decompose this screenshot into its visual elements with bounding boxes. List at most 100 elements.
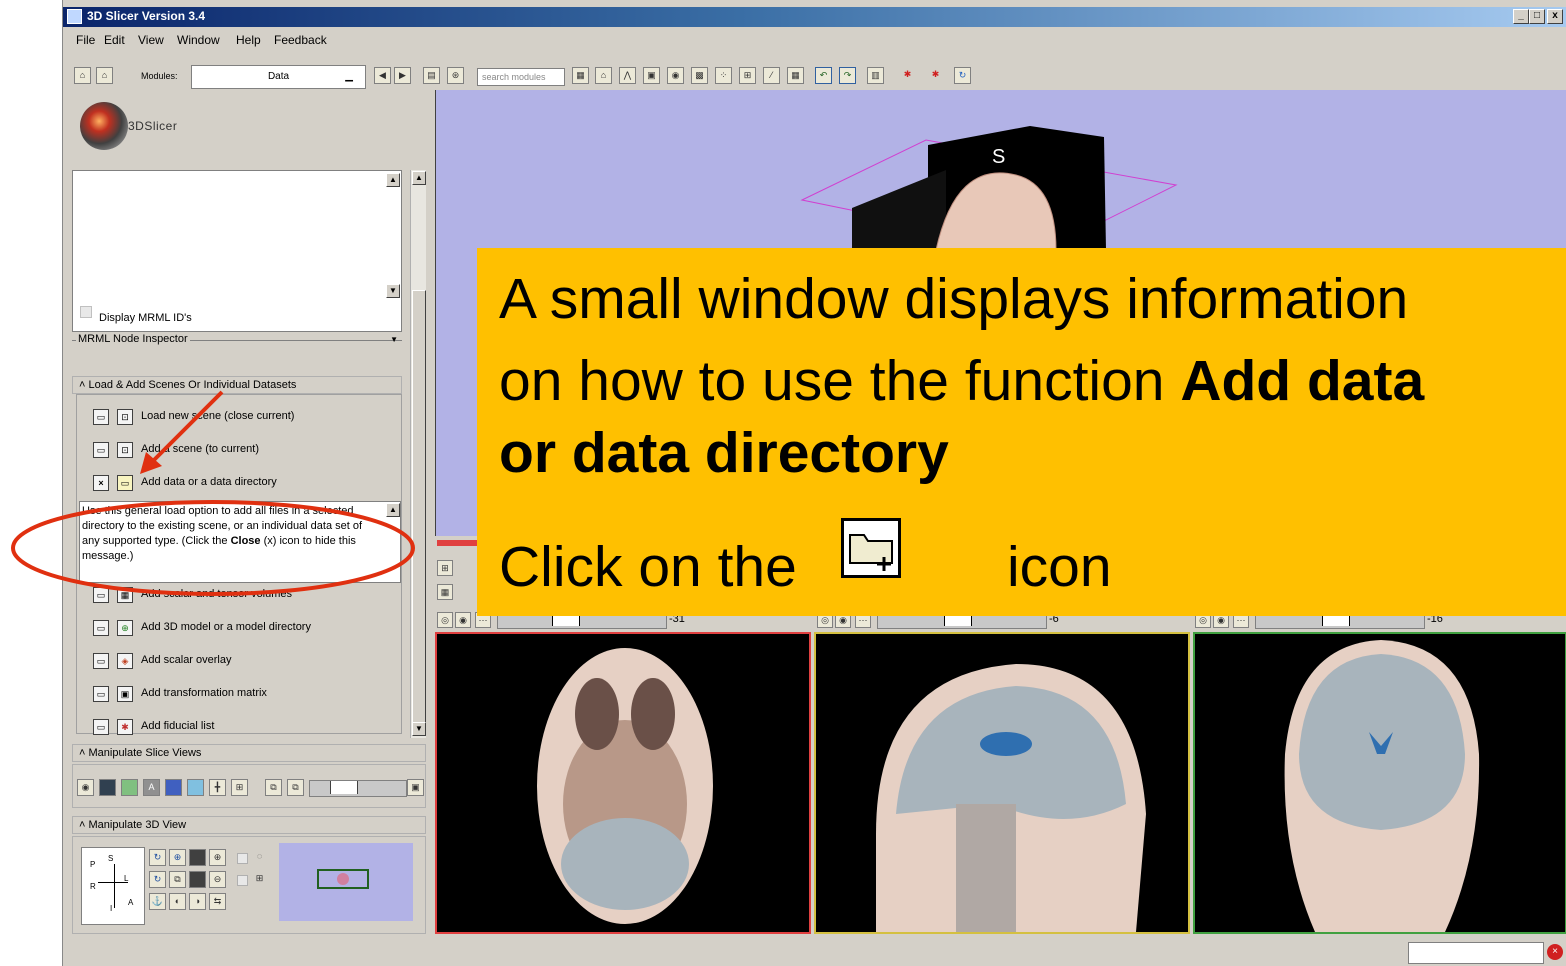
error-log-icon[interactable]: × [1547,944,1563,960]
pitch-icon[interactable]: ⚓ [149,893,166,910]
red-arrow-line [146,390,224,468]
opacity-slider[interactable] [309,780,407,797]
undo-icon[interactable]: ↶ [815,67,832,84]
axial-brain-image [537,648,713,924]
orient-p: P [90,860,96,869]
3d-thumbnail[interactable] [279,843,413,921]
axial-orbit-left [575,678,619,750]
rotate-icon[interactable]: ↻ [149,849,166,866]
view-option-checkbox-2[interactable] [237,875,248,886]
coronal-slice-view[interactable] [1193,632,1566,934]
mouse-pick-icon[interactable]: ✱ [899,67,916,84]
slice-tools-row: ◉ A ╋ ⊞ ⧉ ⧉ ▣ [72,764,426,808]
add-fiducial-label[interactable]: Add fiducial list [141,720,214,732]
close-button[interactable]: x [1547,9,1563,24]
add-model-label[interactable]: Add 3D model or a model directory [141,621,311,633]
zoom-in-icon[interactable]: ⊕ [209,849,226,866]
add-fiducial-icon[interactable]: ✱ [117,719,133,735]
look-from-icon[interactable]: ◐ [169,893,186,910]
add-overlay-label[interactable]: Add scalar overlay [141,654,232,666]
rock-view-icon[interactable]: ⊞ [251,871,268,888]
info-icon[interactable]: ▭ [93,719,109,735]
axial-cerebellum [561,818,689,910]
axial-slice-view[interactable] [435,632,811,934]
slice-cyan-icon[interactable] [187,779,204,796]
slice-green-icon[interactable] [121,779,138,796]
axial-orbit-right [631,678,675,750]
transforms-module-icon[interactable]: ⊞ [739,67,756,84]
add-model-icon[interactable]: ⊕ [117,620,133,636]
grid-icon[interactable]: ▦ [787,67,804,84]
callout-line-2b: Add data [1180,349,1425,413]
callout-line-1: A small window displays information [499,267,1409,331]
manipulate-slice-title: Manipulate Slice Views [88,747,202,759]
ortho-icon[interactable]: ⧉ [169,871,186,888]
black-slice-plane-2 [852,170,946,250]
info-icon[interactable]: ▭ [93,686,109,702]
slice-spacing-icon[interactable]: ⊞ [231,779,248,796]
crosshair-icon[interactable]: ╋ [209,779,226,796]
folder-add-icon [841,518,901,578]
callout-line-2: on how to use the function Add data [499,348,1424,414]
spin-icon[interactable]: ↻ [149,871,166,888]
orient-axis-h [98,882,128,883]
slice-reset-icon[interactable]: ▣ [407,779,424,796]
add-overlay-icon[interactable]: ◈ [117,653,133,669]
spin-view-icon[interactable]: ◌ [251,849,268,866]
thumbnail-viewport-box[interactable] [317,869,369,889]
orient-i: I [110,904,113,913]
manipulate-slice-header[interactable]: ˄ Manipulate Slice Views [72,744,426,762]
view-option-checkbox-1[interactable] [237,853,248,864]
callout-line-4a: Click on the [499,535,797,599]
manipulate-3d-header[interactable]: ˄ Manipulate 3D View [72,816,426,834]
superior-label: S [992,146,1006,168]
link-slices-icon[interactable]: ⧉ [287,779,304,796]
slice-grid-icon[interactable] [99,779,116,796]
maximize-button[interactable]: □ [1529,9,1545,24]
callout-line-3: or data directory [499,421,949,485]
opacity-slider-handle[interactable] [330,781,358,794]
info-icon[interactable]: ▭ [93,653,109,669]
orient-axis-v [114,864,115,908]
red-highlight-ellipse [11,500,415,596]
sagittal-brainstem [956,804,1016,932]
status-bar: × [63,940,1566,966]
stereo-icon[interactable]: ◑ [189,893,206,910]
zoom-out-icon[interactable]: ⊖ [209,871,226,888]
measure-icon[interactable]: ⁄ [763,67,780,84]
manipulate-3d-title: Manipulate 3D View [88,819,187,831]
panel-scroll-down-icon[interactable]: ▼ [412,722,426,736]
3d-tools-box: P S L R I A ↻ ⊕ ⊕ ↻ ⧉ ⊖ ⚓ ◐ ◑ ⇆ ◌ ⊞ [72,836,426,934]
callout-line-2a: on how to use the function [499,349,1181,413]
slice-fit-icon[interactable]: ◉ [77,779,94,796]
slice-blue-icon[interactable] [165,779,182,796]
tutorial-callout: A small window displays information on h… [477,248,1566,616]
orient-a: A [128,898,134,907]
sagittal-slice-view[interactable] [814,632,1190,934]
callout-line-4b: icon [1007,535,1112,599]
fly-icon[interactable]: ⇆ [209,893,226,910]
fov-icon[interactable]: ⧉ [265,779,282,796]
minimize-button[interactable]: _ [1513,9,1529,24]
camera-icon[interactable] [189,849,206,866]
refresh-icon[interactable]: ↻ [954,67,971,84]
mouse-place-icon[interactable]: ✱ [927,67,944,84]
coronal-brain [1299,654,1465,830]
slice-label-icon[interactable]: A [143,779,160,796]
layout-icon[interactable]: ▥ [867,67,884,84]
redo-icon[interactable]: ↷ [839,67,856,84]
info-icon[interactable]: ▭ [93,620,109,636]
fiducials-module-icon[interactable]: ⁘ [715,67,732,84]
add-transform-icon[interactable]: ▣ [117,686,133,702]
orient-s: S [108,854,114,863]
center-icon[interactable]: ⊕ [169,849,186,866]
add-transform-label[interactable]: Add transformation matrix [141,687,267,699]
sagittal-brain-image [876,664,1146,932]
snapshot-icon[interactable] [189,871,206,888]
progress-box [1408,942,1544,964]
orientation-widget[interactable]: P S L R I A [81,847,145,925]
folder-shape [849,534,893,564]
folder-add-svg [849,534,893,571]
coronal-brain-image [1284,640,1480,932]
sagittal-ventricle [980,732,1032,756]
